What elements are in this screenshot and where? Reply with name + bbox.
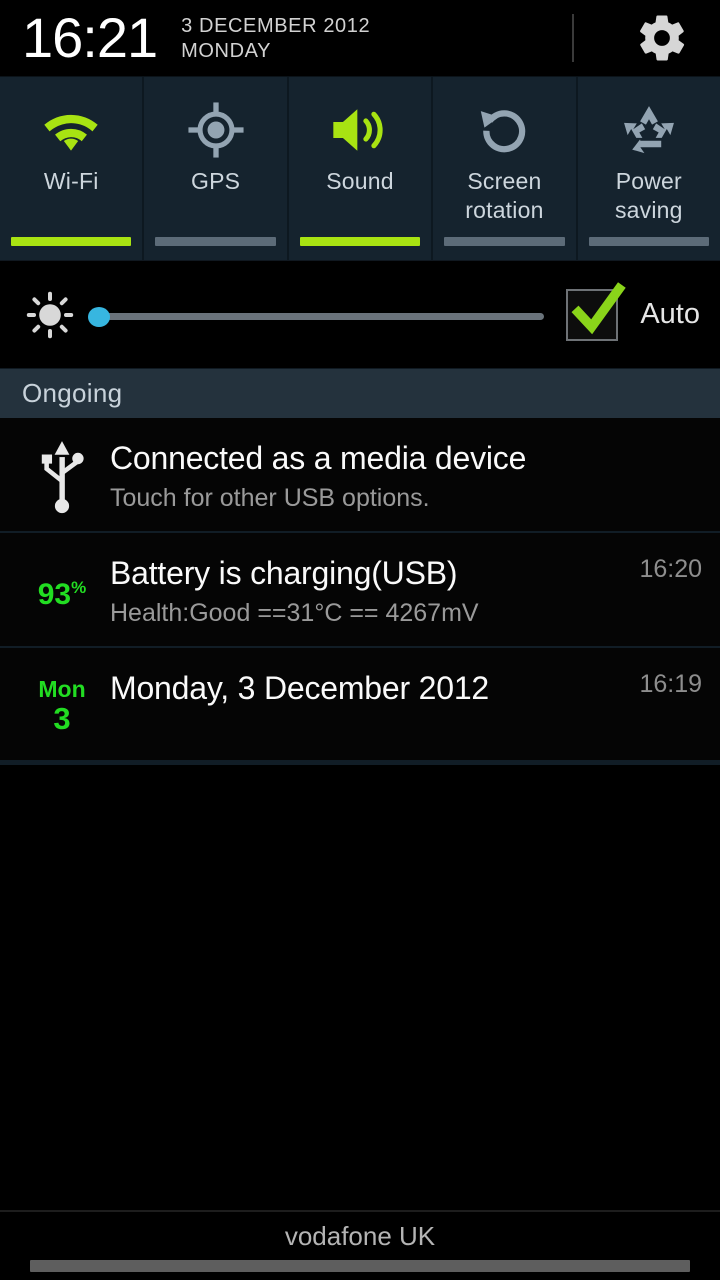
wifi-icon-wrap	[38, 99, 104, 161]
toggle-screen-rotation[interactable]: Screen rotation	[433, 77, 578, 260]
battery-percent-icon-wrap: 93%	[14, 547, 110, 630]
brightness-slider-track	[100, 312, 545, 320]
toggle-screen-rotation-indicator	[444, 237, 565, 246]
notification-battery-body: Battery is charging(USB) Health:Good ==3…	[110, 547, 706, 630]
auto-brightness-checkbox[interactable]	[566, 281, 627, 341]
toggle-sound[interactable]: Sound	[289, 77, 434, 260]
notification-battery[interactable]: 93% Battery is charging(USB) Health:Good…	[0, 533, 720, 648]
calendar-weekday: Mon	[38, 676, 86, 702]
toggle-power-saving-indicator	[588, 237, 710, 246]
battery-percent-icon: 93%	[38, 573, 87, 610]
weekday-text: MONDAY	[181, 40, 272, 62]
notification-usb-subtitle: Touch for other USB options.	[110, 484, 430, 512]
section-header-label: Ongoing	[22, 378, 123, 408]
auto-brightness-label: Auto	[640, 298, 700, 330]
carrier-label: vodafone UK	[284, 1221, 436, 1251]
notification-calendar-body: Monday, 3 December 2012	[110, 662, 706, 744]
battery-percent-value: 93	[37, 578, 72, 611]
date-block: 3 DECEMBER 2012 MONDAY	[181, 14, 370, 64]
brightness-icon-wrap	[20, 291, 80, 339]
toggle-gps[interactable]: GPS	[144, 77, 289, 260]
screen-rotation-icon	[481, 110, 526, 153]
notification-calendar-time: 16:19	[639, 670, 702, 698]
usb-icon	[41, 440, 84, 513]
calendar-day: 3	[53, 701, 71, 736]
gps-icon-wrap	[187, 99, 245, 161]
toggle-wifi[interactable]: Wi-Fi	[0, 77, 145, 260]
drag-handle[interactable]	[30, 1260, 690, 1272]
wifi-icon	[44, 114, 98, 151]
toggle-power-saving[interactable]: Power saving	[578, 77, 720, 260]
toggle-sound-indicator	[299, 237, 421, 246]
calendar-icon: Mon 3	[38, 676, 86, 736]
usb-icon-wrap	[14, 432, 110, 515]
toggle-screen-rotation-label: Screen rotation	[465, 167, 543, 225]
power-label-line2: saving	[614, 197, 683, 223]
gear-icon	[640, 15, 685, 61]
date-text: 3 DECEMBER 2012	[181, 15, 371, 37]
speaker-icon-wrap	[328, 99, 392, 161]
rotation-label-line2: rotation	[465, 197, 544, 223]
recycle-icon	[623, 106, 674, 154]
notification-battery-subtitle: Health:Good ==31°C == 4267mV	[110, 599, 479, 627]
recycle-icon-wrap	[618, 99, 680, 161]
toggle-sound-label: Sound	[326, 168, 394, 194]
brightness-slider[interactable]	[88, 295, 545, 335]
toggle-gps-indicator	[155, 237, 276, 246]
toggle-wifi-label: Wi-Fi	[43, 168, 99, 194]
toggle-gps-label: GPS	[191, 168, 241, 194]
notification-calendar[interactable]: Mon 3 Monday, 3 December 2012 16:19	[0, 648, 720, 762]
gps-icon	[188, 102, 244, 158]
calendar-icon-wrap: Mon 3	[14, 662, 110, 744]
notification-battery-time: 16:20	[639, 555, 702, 583]
header-divider	[572, 14, 574, 62]
battery-percent-unit: %	[71, 578, 87, 597]
notification-list-end-divider	[0, 762, 720, 765]
screen-rotation-icon-wrap	[475, 99, 533, 161]
notification-usb[interactable]: Connected as a media device Touch for ot…	[0, 418, 720, 533]
shade-footer: vodafone UK	[0, 1210, 720, 1280]
brightness-icon	[26, 291, 74, 338]
settings-button[interactable]	[634, 12, 690, 64]
power-label-line1: Power	[615, 168, 682, 194]
quick-toggle-panel: Wi-Fi GPS Sound Screen rotation Power sa…	[0, 76, 720, 260]
notification-list: Connected as a media device Touch for ot…	[0, 418, 720, 765]
notification-battery-title: Battery is charging(USB)	[110, 555, 458, 591]
brightness-slider-thumb[interactable]	[88, 306, 110, 327]
notification-usb-body: Connected as a media device Touch for ot…	[110, 432, 706, 515]
brightness-row: Auto	[0, 260, 720, 368]
notification-shade: 16:21 3 DECEMBER 2012 MONDAY Wi-Fi GPS S…	[0, 0, 720, 1280]
status-header: 16:21 3 DECEMBER 2012 MONDAY	[0, 0, 720, 76]
notification-calendar-title: Monday, 3 December 2012	[110, 670, 490, 706]
toggle-power-saving-label: Power saving	[615, 167, 683, 225]
speaker-icon	[333, 109, 383, 151]
clock: 16:21	[22, 6, 158, 69]
toggle-wifi-indicator	[11, 237, 132, 246]
notification-usb-title: Connected as a media device	[110, 440, 527, 476]
section-header-ongoing: Ongoing	[0, 368, 720, 418]
checkmark-icon	[571, 281, 627, 334]
rotation-label-line1: Screen	[467, 168, 542, 194]
